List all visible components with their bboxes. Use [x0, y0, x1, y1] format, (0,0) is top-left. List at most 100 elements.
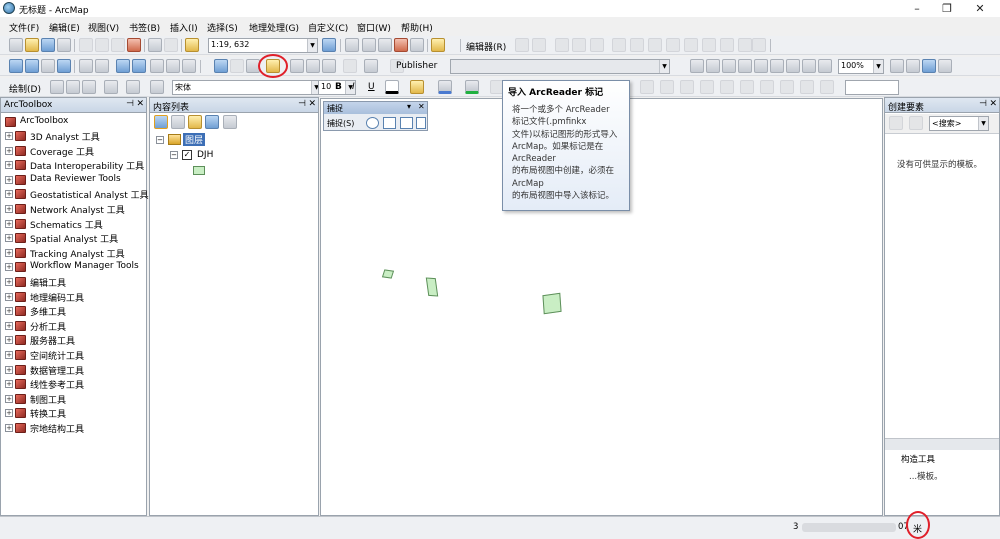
- focus-data-frame-icon[interactable]: [906, 59, 920, 73]
- expand-icon[interactable]: +: [5, 380, 13, 389]
- expand-icon[interactable]: +: [5, 190, 13, 199]
- expand-icon[interactable]: +: [5, 336, 13, 345]
- select-elements-icon[interactable]: [166, 59, 180, 73]
- chevron-down-icon[interactable]: ▼: [978, 117, 988, 130]
- select-by-graphics-icon[interactable]: [150, 59, 164, 73]
- clear-selection-icon[interactable]: [182, 59, 196, 73]
- expand-icon[interactable]: +: [5, 219, 13, 228]
- edit-vertices-icon[interactable]: [612, 38, 626, 52]
- full-extent-globe-icon[interactable]: [57, 59, 71, 73]
- zoom-out-icon[interactable]: [25, 59, 39, 73]
- map-polygon-2[interactable]: [425, 277, 439, 297]
- find-route-icon[interactable]: [306, 59, 320, 73]
- zoom-to-selected-icon[interactable]: [82, 80, 96, 94]
- print-icon[interactable]: [57, 38, 71, 52]
- expand-icon[interactable]: +: [5, 394, 13, 403]
- zoom-in-icon[interactable]: [9, 59, 23, 73]
- fit-to-display-icon[interactable]: [680, 80, 694, 94]
- draw-line-icon[interactable]: [150, 80, 164, 94]
- filter-icon[interactable]: [909, 116, 923, 130]
- maximize-button[interactable]: ❐: [937, 2, 957, 15]
- rectangle-tool-icon[interactable]: [104, 80, 118, 94]
- catalog-window-icon[interactable]: [362, 38, 376, 52]
- undo-icon[interactable]: [148, 38, 162, 52]
- menu-insert[interactable]: 插入(I): [170, 21, 198, 34]
- go-forward-arrow-icon[interactable]: [132, 59, 146, 73]
- expand-icon[interactable]: +: [5, 132, 13, 140]
- close-icon[interactable]: ✕: [989, 99, 997, 109]
- editor-toolbar-icon[interactable]: [322, 38, 336, 52]
- expand-icon[interactable]: +: [5, 278, 13, 286]
- reset-transform-icon[interactable]: [780, 80, 794, 94]
- expand-icon[interactable]: +: [5, 351, 13, 359]
- menu-window[interactable]: 窗口(W): [357, 21, 391, 34]
- expand-icon[interactable]: +: [5, 365, 13, 374]
- layout-zoom-combo[interactable]: 100% ▼: [838, 59, 884, 74]
- menu-edit[interactable]: 编辑(E): [49, 21, 80, 34]
- fixed-zoom-in-icon[interactable]: [79, 59, 93, 73]
- expand-icon[interactable]: +: [5, 248, 13, 257]
- map-polygon-3[interactable]: [542, 292, 562, 315]
- line-color-icon[interactable]: [438, 80, 452, 94]
- search-window-icon[interactable]: [378, 38, 392, 52]
- template-search-combo[interactable]: <搜索> ▼: [929, 116, 989, 131]
- expand-icon[interactable]: +: [5, 175, 13, 184]
- copy-icon[interactable]: [95, 38, 109, 52]
- toggle-draft-mode-icon[interactable]: [890, 59, 904, 73]
- menu-customize[interactable]: 自定义(C): [308, 21, 348, 34]
- python-window-icon[interactable]: [410, 38, 424, 52]
- sketch-properties-icon[interactable]: [720, 38, 734, 52]
- attributes-icon[interactable]: [702, 38, 716, 52]
- table-of-contents-icon[interactable]: [345, 38, 359, 52]
- list-by-selection-icon[interactable]: [205, 115, 219, 129]
- fill-color-icon[interactable]: [410, 80, 424, 94]
- straight-segment-icon[interactable]: [555, 38, 569, 52]
- open-folder-icon[interactable]: [25, 38, 39, 52]
- close-icon[interactable]: ✕: [418, 102, 425, 111]
- create-features-icon[interactable]: [738, 38, 752, 52]
- data-driven-pages-icon[interactable]: [938, 59, 952, 73]
- rectify-icon[interactable]: [740, 80, 754, 94]
- trace-icon[interactable]: [590, 38, 604, 52]
- delete-icon[interactable]: [127, 38, 141, 52]
- find-georef-icon[interactable]: [820, 80, 834, 94]
- publisher-combo[interactable]: ▼: [450, 59, 670, 74]
- close-icon[interactable]: ✕: [308, 99, 316, 109]
- font-name-combo[interactable]: 宋体 ▼: [172, 80, 322, 95]
- new-document-icon[interactable]: [9, 38, 23, 52]
- layout-pan-icon[interactable]: [722, 59, 736, 73]
- reshape-feature-icon[interactable]: [630, 38, 644, 52]
- editor-menu[interactable]: 编辑器(R): [466, 40, 506, 53]
- arctoolbox-window-icon[interactable]: [394, 38, 408, 52]
- rotate-icon[interactable]: [684, 38, 698, 52]
- expand-icon[interactable]: +: [5, 234, 13, 243]
- modelbuilder-icon[interactable]: [431, 38, 445, 52]
- fixed-layout-zoom-in-icon[interactable]: [770, 59, 784, 73]
- end-snap-icon[interactable]: [383, 117, 396, 129]
- options-icon[interactable]: [223, 115, 237, 129]
- expand-icon[interactable]: +: [5, 424, 13, 432]
- pin-icon[interactable]: ⊣: [298, 99, 306, 109]
- edit-tool-icon[interactable]: [515, 38, 529, 52]
- zoom-100-icon[interactable]: [754, 59, 768, 73]
- paste-icon[interactable]: [111, 38, 125, 52]
- new-text-icon[interactable]: [126, 80, 140, 94]
- publisher-menu[interactable]: Publisher: [396, 61, 437, 71]
- menu-bookmarks[interactable]: 书签(B): [129, 21, 160, 34]
- map-polygon-1[interactable]: [381, 269, 395, 279]
- go-back-arrow-icon[interactable]: [116, 59, 130, 73]
- list-by-visibility-icon[interactable]: [188, 115, 202, 129]
- bold-button[interactable]: B: [335, 82, 342, 92]
- point-snap-icon[interactable]: [366, 117, 379, 129]
- minimize-button[interactable]: –: [907, 2, 927, 15]
- chevron-down-icon[interactable]: ▼: [659, 60, 669, 73]
- expand-icon[interactable]: +: [5, 307, 13, 316]
- list-by-source-icon[interactable]: [171, 115, 185, 129]
- layout-forward-icon[interactable]: [818, 59, 832, 73]
- time-slider-icon[interactable]: [364, 59, 378, 73]
- layout-back-icon[interactable]: [802, 59, 816, 73]
- expand-icon[interactable]: +: [5, 292, 13, 301]
- menu-help[interactable]: 帮助(H): [401, 21, 433, 34]
- georef-text-field[interactable]: [845, 80, 899, 95]
- italic-button[interactable]: I: [352, 82, 355, 92]
